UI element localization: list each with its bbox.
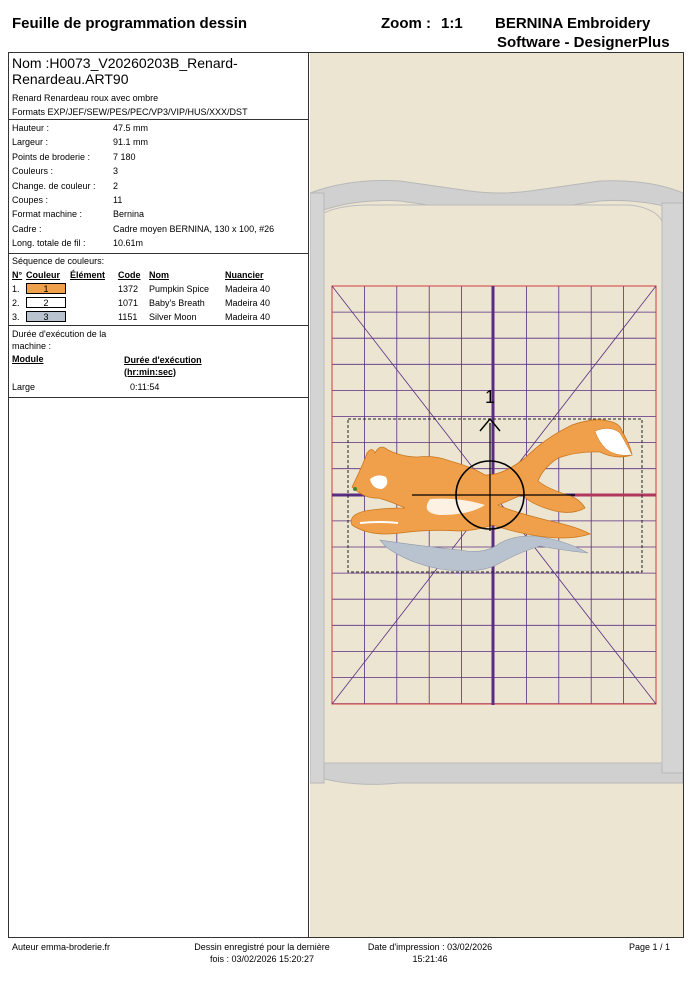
- color-nuancier: Madeira 40: [225, 297, 271, 308]
- header-element: Élément: [70, 269, 106, 280]
- color-name: Silver Moon: [149, 311, 197, 322]
- module-name: Large: [12, 381, 36, 392]
- color-name: Baby's Breath: [149, 297, 205, 308]
- footer-page: Page 1 / 1: [629, 942, 671, 952]
- footer-print-date: Date d'impression : 03/02/2026 15:21:46: [355, 941, 505, 965]
- property-label: Cadre :: [12, 223, 42, 234]
- duration-row: Large 0:11:54: [9, 380, 308, 394]
- property-value: 3: [113, 166, 119, 177]
- color-code: 1151: [118, 311, 138, 322]
- property-label: Coupes :: [12, 194, 49, 205]
- property-value: 11: [113, 194, 123, 205]
- property-row: Hauteur : 47.5 mm: [9, 121, 308, 135]
- color-name: Pumpkin Spice: [149, 283, 210, 294]
- property-value: Cadre moyen BERNINA, 130 x 100, #26: [113, 223, 275, 234]
- design-info-section: Nom :H0073_V20260203B_Renard- Renardeau.…: [9, 53, 308, 120]
- footer-saved: Dessin enregistré pour la dernière fois …: [182, 941, 342, 965]
- color-no: 1.: [12, 283, 20, 294]
- duration-title: Durée d'exécution de la machine :: [9, 326, 308, 352]
- preview-canvas: 1: [310, 180, 683, 785]
- property-row: Change. de couleur : 2: [9, 179, 308, 193]
- design-preview: 1: [310, 53, 683, 937]
- property-row: Long. totale de fil : 10.61m: [9, 236, 308, 250]
- color-code: 1071: [118, 297, 139, 308]
- hoop-label: 1: [485, 387, 495, 407]
- brand-line-2: Software - DesignerPlus: [497, 34, 670, 51]
- property-label: Points de broderie :: [12, 151, 91, 162]
- property-label: Largeur :: [12, 137, 49, 148]
- duration-header: Module Durée d'exécution (hr:min:sec): [9, 354, 308, 378]
- color-row: 2. 2 1071 Baby's Breath Madeira 40: [9, 296, 308, 310]
- header-nuancier: Nuancier: [225, 269, 264, 280]
- sheet-title: Feuille de programmation dessin: [12, 15, 248, 32]
- property-label: Hauteur :: [12, 123, 50, 133]
- color-no: 2.: [12, 297, 20, 308]
- property-row: Cadre : Cadre moyen BERNINA, 130 x 100, #…: [9, 222, 308, 236]
- property-value: 47.5 mm: [113, 123, 149, 133]
- color-row: 3. 3 1151 Silver Moon Madeira 40: [9, 310, 308, 324]
- color-nuancier: Madeira 40: [225, 311, 271, 322]
- property-label: Long. totale de fil :: [12, 238, 86, 249]
- property-value: 10.61m: [113, 238, 144, 249]
- color-swatch: 3: [26, 310, 66, 322]
- module-header: Module: [12, 353, 44, 364]
- color-swatch: 2: [26, 296, 66, 308]
- property-value: 2: [113, 180, 119, 191]
- design-name-line-2: Renardeau.ART90: [12, 71, 129, 87]
- property-value: 7 180: [113, 151, 136, 162]
- property-row: Couleurs : 3: [9, 164, 308, 178]
- color-swatch: 1: [26, 282, 66, 294]
- color-no: 3.: [12, 311, 20, 322]
- header-color: Couleur: [26, 269, 61, 280]
- property-row: Largeur : 91.1 mm: [9, 135, 308, 149]
- design-description: Renard Renardeau roux avec ombre: [12, 93, 159, 103]
- footer-author: Auteur emma-broderie.fr: [12, 942, 111, 952]
- footer-print-line-2: 15:21:46: [412, 954, 448, 964]
- info-column: Nom :H0073_V20260203B_Renard- Renardeau.…: [9, 53, 309, 937]
- property-value: Bernina: [113, 209, 145, 220]
- color-sequence-title: Séquence de couleurs:: [12, 255, 105, 266]
- property-row: Points de broderie : 7 180: [9, 150, 308, 164]
- color-sequence-section: Séquence de couleurs: N° Couleur Élément…: [9, 254, 308, 326]
- property-label: Couleurs :: [12, 166, 54, 177]
- footer-saved-line-2: fois : 03/02/2026 15:20:27: [209, 954, 315, 964]
- duration-header: Durée d'exécution (hr:min:sec): [124, 354, 202, 378]
- header-code: Code: [118, 269, 141, 280]
- design-name-line-1: Nom :H0073_V20260203B_Renard-: [12, 55, 238, 71]
- design-formats: Formats EXP/JEF/SEW/PES/PEC/VP3/VIP/HUS/…: [12, 107, 248, 117]
- duration-value: 0:11:54: [130, 381, 160, 392]
- footer-saved-line-1: Dessin enregistré pour la dernière: [194, 942, 330, 952]
- color-row: 1. 1 1372 Pumpkin Spice Madeira 40: [9, 282, 308, 296]
- footer-print-line-1: Date d'impression : 03/02/2026: [367, 942, 493, 952]
- properties-section: Hauteur : 47.5 mm Largeur : 91.1 mm Points…: [9, 120, 308, 254]
- duration-header-line-1: Durée d'exécution: [124, 354, 202, 365]
- property-label: Format machine :: [12, 209, 83, 220]
- zoom-value: 1:1: [441, 15, 463, 32]
- color-nuancier: Madeira 40: [225, 283, 271, 294]
- duration-title-line-2: machine :: [12, 340, 52, 351]
- property-label: Change. de couleur :: [12, 180, 96, 191]
- duration-section: Durée d'exécution de la machine : Module…: [9, 326, 308, 398]
- zoom-label: Zoom :: [381, 15, 431, 32]
- header-no: N°: [12, 269, 23, 280]
- duration-header-line-2: (hr:min:sec): [124, 366, 177, 377]
- property-row: Format machine : Bernina: [9, 207, 308, 221]
- design-name: Nom :H0073_V20260203B_Renard- Renardeau.…: [9, 53, 308, 91]
- duration-title-line-1: Durée d'exécution de la: [12, 328, 107, 339]
- brand-line-1: BERNINA Embroidery: [495, 15, 651, 32]
- property-row: Coupes : 11: [9, 193, 308, 207]
- color-sequence-header: N° Couleur Élément Code Nom Nuancier: [9, 268, 308, 282]
- color-code: 1372: [118, 283, 139, 294]
- property-value: 91.1 mm: [113, 137, 149, 148]
- header-name: Nom: [149, 269, 169, 280]
